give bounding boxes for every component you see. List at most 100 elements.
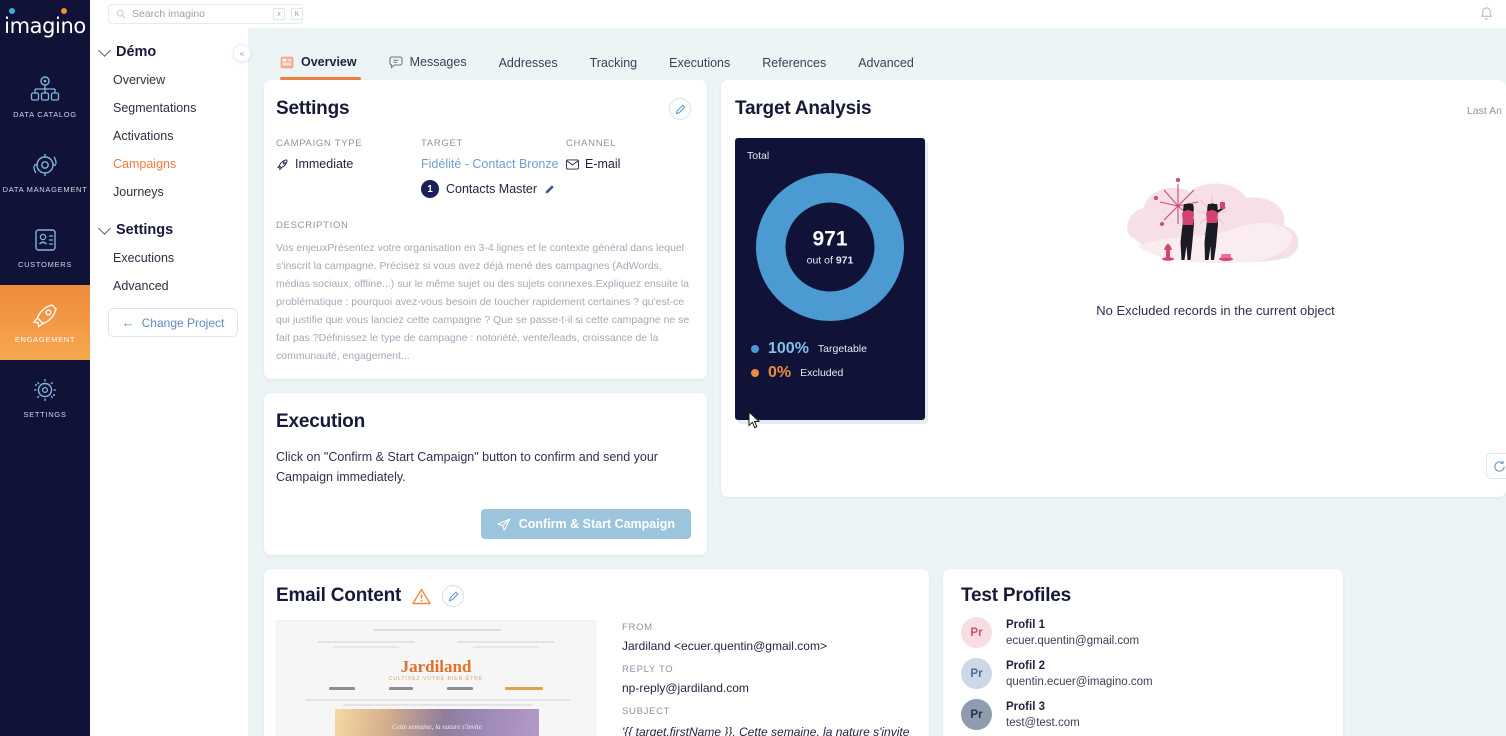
- email-preview-thumbnail[interactable]: Jardiland CULTIVEZ VOTRE BIEN-ÊTRE Cette…: [276, 620, 596, 736]
- search-icon: [116, 9, 126, 19]
- logo-dot-blue-icon: [9, 8, 15, 14]
- legend-dot-excluded-icon: [751, 369, 759, 377]
- engagement-rocket-icon: [32, 304, 57, 328]
- arrow-left-icon: ←: [121, 315, 135, 330]
- target-link[interactable]: Fidélité - Contact Bronze: [421, 157, 566, 171]
- tab-addresses-label: Addresses: [498, 55, 558, 70]
- project-sidebar: Démo Overview Segmentations Activations …: [90, 0, 248, 736]
- target-object-row: 1 Contacts Master: [421, 180, 566, 198]
- donut-graphic: 971 out of 971: [756, 173, 904, 321]
- tab-overview[interactable]: Overview: [264, 56, 373, 80]
- envelope-icon: [566, 158, 579, 170]
- email-preview-tagline: CULTIVEZ VOTRE BIEN-ÊTRE: [388, 676, 484, 682]
- top-row: Settings CAMPAIGN TYPE Immediate TARGET …: [248, 80, 1506, 555]
- sidebar-item-executions[interactable]: Executions: [90, 244, 248, 272]
- search-shortcut-key[interactable]: K: [291, 8, 303, 20]
- email-reply-to-block: REPLY TO np-reply@jardiland.com: [622, 664, 929, 695]
- target-label: TARGET: [421, 138, 464, 149]
- app-logo[interactable]: imagino: [0, 0, 90, 52]
- description-label: DESCRIPTION: [276, 220, 349, 231]
- sidebar-group-settings-label: Settings: [116, 222, 174, 238]
- execution-title: Execution: [276, 411, 365, 432]
- sidebar-item-activations[interactable]: Activations: [90, 122, 248, 150]
- rail-item-customers[interactable]: CUSTOMERS: [0, 210, 90, 285]
- test-profile-email: ecuer.quentin@gmail.com: [1006, 634, 1140, 647]
- excluded-empty-text: No Excluded records in the current objec…: [1096, 303, 1335, 318]
- sidebar-group-settings[interactable]: Settings: [90, 216, 248, 244]
- tab-tracking[interactable]: Tracking: [574, 55, 653, 81]
- rail-label-settings: SETTINGS: [23, 410, 67, 419]
- email-content-header: Email Content: [276, 585, 929, 607]
- left-column: Settings CAMPAIGN TYPE Immediate TARGET …: [264, 80, 707, 555]
- target-analysis-body: Total 971 out of 971 100% Targetable 0% …: [735, 138, 1506, 420]
- bottom-row: Email Content Jardiland CULTIVEZ VOTRE B…: [248, 555, 1506, 736]
- sidebar-item-journeys[interactable]: Journeys: [90, 178, 248, 206]
- sidebar-group-demo-label: Démo: [116, 44, 157, 60]
- email-reply-to-value: np-reply@jardiland.com: [622, 681, 749, 695]
- confirm-start-campaign-button[interactable]: Confirm & Start Campaign: [480, 509, 691, 539]
- tab-messages[interactable]: Messages: [373, 56, 483, 80]
- tab-references-label: References: [762, 55, 827, 70]
- app-root: imagino DATA CATALOG DATA MANAGEMENT CUS…: [0, 0, 1506, 736]
- test-profile-info: Profil 2 quentin.ecuer@imagino.com: [1006, 660, 1153, 688]
- tab-tracking-label: Tracking: [589, 55, 638, 70]
- sidebar-item-campaigns[interactable]: Campaigns: [90, 150, 248, 178]
- data-catalog-icon: [30, 76, 60, 101]
- sidebar-item-segmentations[interactable]: Segmentations: [90, 94, 248, 122]
- change-project-button[interactable]: ← Change Project: [108, 308, 238, 337]
- rail-item-data-management[interactable]: DATA MANAGEMENT: [0, 135, 90, 210]
- rail-item-settings[interactable]: SETTINGS: [0, 360, 90, 435]
- settings-title: Settings: [276, 98, 350, 119]
- test-profile-row[interactable]: Pr Profil 3 test@test.com: [961, 699, 1343, 730]
- edit-settings-button[interactable]: [669, 98, 691, 120]
- target-donut-chart: Total 971 out of 971 100% Targetable 0% …: [735, 138, 925, 420]
- sidebar-collapse-button[interactable]: «: [233, 44, 251, 62]
- search-input[interactable]: [132, 8, 267, 20]
- refresh-analysis-button[interactable]: [1486, 453, 1506, 479]
- notifications-bell-icon[interactable]: [1479, 6, 1494, 21]
- target-object-badge: 1: [421, 180, 439, 198]
- tab-references[interactable]: References: [746, 55, 842, 81]
- last-analysis-label: Last An: [1466, 105, 1502, 117]
- test-profile-row[interactable]: Pr Profil 1 ecuer.quentin@gmail.com: [961, 617, 1343, 648]
- logo-wordmark: imagino: [4, 13, 86, 38]
- rail-label-engagement: ENGAGEMENT: [14, 335, 76, 344]
- tab-executions[interactable]: Executions: [653, 56, 746, 81]
- email-content-card: Email Content Jardiland CULTIVEZ VOTRE B…: [264, 569, 929, 736]
- test-profiles-card: Test Profiles Pr Profil 1 ecuer.quentin@…: [943, 569, 1343, 736]
- email-from-label: FROM: [622, 622, 653, 633]
- edit-email-content-button[interactable]: [442, 585, 465, 607]
- email-preview-brand: Jardiland: [400, 657, 472, 676]
- email-reply-to-label: REPLY TO: [622, 664, 674, 675]
- sidebar-item-overview[interactable]: Overview: [90, 66, 248, 94]
- avatar: Pr: [961, 699, 992, 730]
- rail-item-data-catalog[interactable]: DATA CATALOG: [0, 60, 90, 135]
- email-subject-label: SUBJECT: [622, 706, 671, 717]
- execution-card: Execution Click on "Confirm & Start Camp…: [264, 393, 707, 555]
- channel-block: CHANNEL E-mail: [566, 138, 686, 198]
- chevron-down-icon: [98, 43, 111, 57]
- test-profile-info: Profil 3 test@test.com: [1006, 701, 1080, 729]
- pencil-icon: [675, 103, 686, 114]
- confirm-start-campaign-label: Confirm & Start Campaign: [518, 517, 675, 531]
- target-object-name: Contacts Master: [446, 182, 538, 196]
- primary-nav-rail: imagino DATA CATALOG DATA MANAGEMENT CUS…: [0, 0, 90, 736]
- sidebar-item-advanced[interactable]: Advanced: [90, 272, 248, 300]
- mouse-cursor: [748, 411, 761, 429]
- search-clear-key[interactable]: x: [273, 8, 285, 20]
- edit-target-pencil-icon[interactable]: [544, 184, 555, 195]
- test-profile-row[interactable]: Pr Profil 2 quentin.ecuer@imagino.com: [961, 658, 1343, 689]
- tab-overview-label: Overview: [301, 55, 357, 70]
- data-management-icon: [33, 154, 57, 176]
- legend-pct-excluded: 0%: [768, 364, 792, 381]
- tab-advanced[interactable]: Advanced: [842, 56, 930, 81]
- rocket-icon: [277, 158, 288, 170]
- sidebar-group-demo[interactable]: Démo: [90, 38, 248, 66]
- settings-card: Settings CAMPAIGN TYPE Immediate TARGET …: [264, 80, 707, 379]
- donut-subtitle-value: 971: [835, 254, 854, 266]
- target-analysis-header: Target Analysis Last An: [735, 98, 1506, 120]
- rail-label-data-catalog: DATA CATALOG: [13, 110, 77, 119]
- global-search[interactable]: x K: [108, 4, 303, 24]
- rail-item-engagement[interactable]: ENGAGEMENT: [0, 285, 90, 360]
- tab-addresses[interactable]: Addresses: [483, 55, 574, 81]
